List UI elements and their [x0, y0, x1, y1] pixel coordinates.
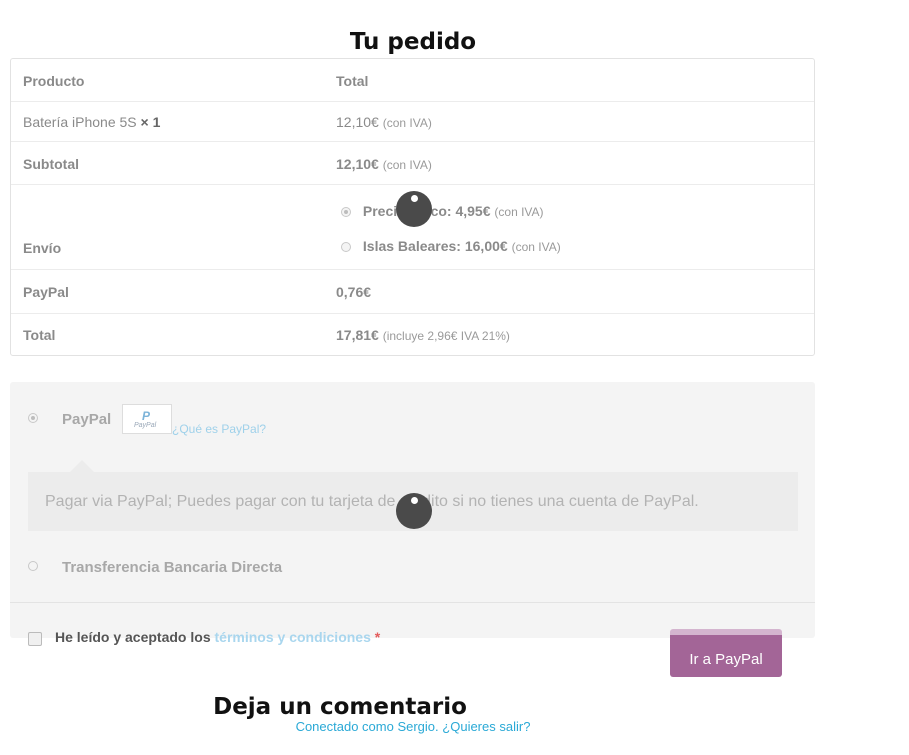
shipping-radio-baleares[interactable]	[341, 242, 351, 253]
table-header-row: Producto Total	[11, 59, 814, 102]
fee-value: 0,76€	[336, 284, 372, 300]
total-column-header: Total	[336, 73, 369, 89]
logged-in-line: Conectado como Sergio. ¿Quieres salir?	[295, 719, 531, 734]
fee-label: PayPal	[23, 284, 69, 300]
subtotal-row: Subtotal 12,10€ (con IVA)	[11, 142, 814, 185]
logout-link[interactable]: ¿Quieres salir?	[442, 719, 530, 734]
shipping-radio-single-price[interactable]	[341, 207, 351, 218]
shipping-option-label[interactable]: Islas Baleares:	[363, 238, 461, 254]
terms-checkbox[interactable]	[28, 632, 42, 646]
terms-prefix: He leído y aceptado los	[55, 629, 211, 645]
cart-item-row: Batería iPhone 5S × 1 12,10€ (con IVA)	[11, 102, 814, 142]
required-mark: *	[374, 629, 381, 645]
shipping-option-single-price[interactable]: Precio único: 4,95€ (con IVA)	[341, 203, 544, 219]
description-arrow	[70, 460, 94, 472]
payment-divider	[10, 602, 815, 603]
payment-method-paypal-label[interactable]: PayPal	[62, 411, 111, 428]
what-is-paypal-link[interactable]: ¿Qué es PayPal?	[172, 422, 266, 436]
cart-item: Batería iPhone 5S × 1	[23, 114, 160, 130]
logged-in-user-link[interactable]: Conectado como Sergio	[296, 719, 435, 734]
subtotal-value: 12,10€	[336, 156, 379, 172]
payment-radio-bank-transfer[interactable]	[28, 561, 38, 571]
terms-label: He leído y aceptado los términos y condi…	[55, 629, 380, 645]
touch-indicator	[396, 493, 432, 529]
product-quantity: × 1	[140, 114, 161, 130]
touch-indicator	[396, 191, 432, 227]
order-total-row: Total 17,81€ (incluye 2,96€ IVA 21%)	[11, 314, 814, 356]
paypal-p-icon: P	[142, 409, 151, 423]
comments-title: Deja un comentario	[213, 694, 467, 720]
shipping-option-baleares[interactable]: Islas Baleares: 16,00€ (con IVA)	[341, 238, 561, 254]
item-total: 12,10€ (con IVA)	[336, 114, 432, 130]
subtotal-tax-note: (con IVA)	[382, 158, 432, 172]
product-column-header: Producto	[23, 73, 85, 89]
shipping-option-tax-note: (con IVA)	[494, 205, 544, 219]
payment-radio-paypal[interactable]	[28, 413, 38, 423]
paypal-logo: P PayPal	[122, 404, 172, 434]
shipping-label: Envío	[23, 240, 62, 256]
subtotal-amount: 12,10€ (con IVA)	[336, 156, 432, 172]
paypal-logo-text: PayPal	[134, 422, 157, 429]
shipping-option-price: 16,00€	[464, 238, 508, 254]
terms-link[interactable]: términos y condiciones	[215, 629, 371, 645]
product-name: Batería iPhone 5S	[23, 114, 137, 130]
item-tax-note: (con IVA)	[382, 116, 432, 130]
subtotal-label: Subtotal	[23, 156, 79, 172]
shipping-option-tax-note: (con IVA)	[511, 240, 561, 254]
total-amount: 17,81€ (incluye 2,96€ IVA 21%)	[336, 327, 510, 343]
paypal-fee-row: PayPal 0,76€	[11, 270, 814, 314]
total-value: 17,81€	[336, 327, 379, 343]
total-tax-note: (incluye 2,96€ IVA 21%)	[382, 329, 510, 343]
item-price: 12,10€	[336, 114, 379, 130]
shipping-option-price: 4,95€	[455, 203, 491, 219]
place-order-button[interactable]: Ir a PayPal	[670, 629, 782, 677]
order-title: Tu pedido	[349, 29, 477, 56]
payment-method-bank-transfer-label[interactable]: Transferencia Bancaria Directa	[62, 559, 282, 576]
total-label: Total	[23, 327, 56, 343]
